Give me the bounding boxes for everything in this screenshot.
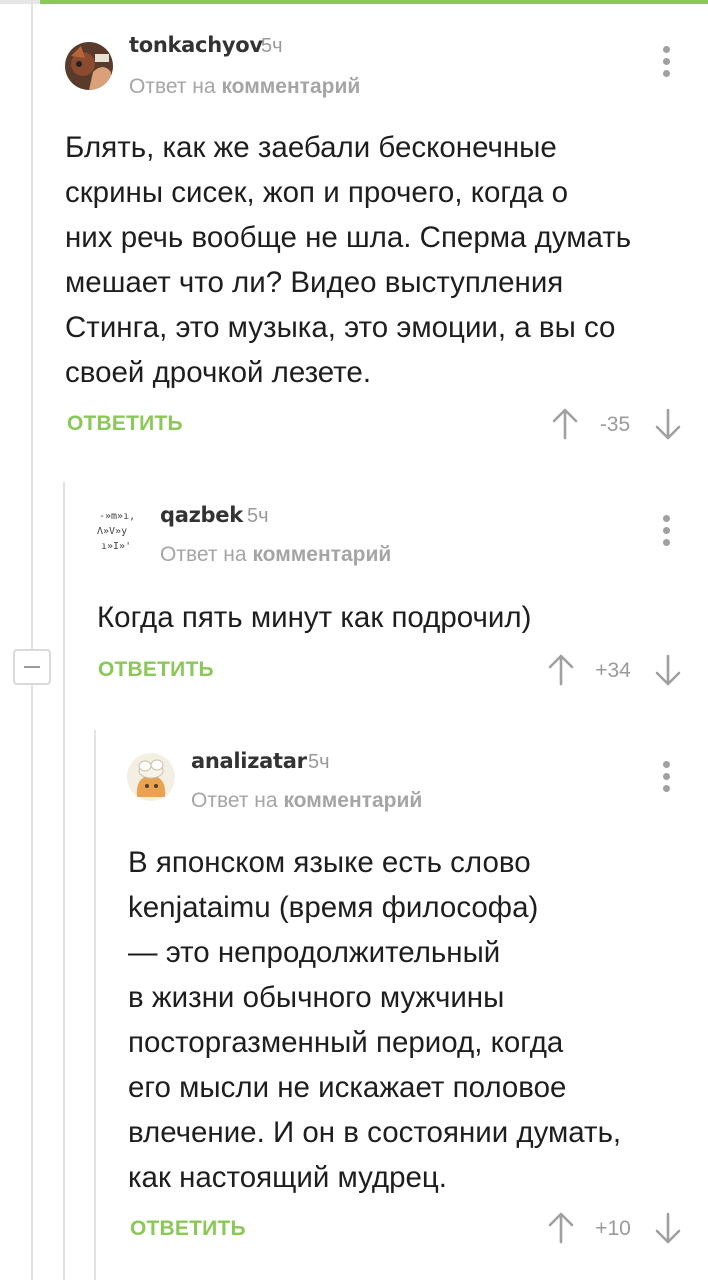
reply-button[interactable]: ОТВЕТИТЬ [67, 412, 183, 436]
vote-down-icon[interactable] [654, 408, 682, 440]
vote-down-icon[interactable] [654, 654, 682, 686]
comment-line: мешает что ли? Видео выступления [65, 266, 564, 299]
collapse-thread-button[interactable] [13, 649, 51, 685]
comment-body: Блять, как же заебали бесконечные скрины… [65, 125, 631, 395]
reply-target-link[interactable]: комментарий [252, 543, 391, 566]
author-name[interactable]: tonkachyov [129, 33, 263, 57]
top-bar-accent [40, 0, 708, 4]
comment-line: Когда пять минут как подрочил) [97, 601, 532, 634]
more-menu-icon[interactable] [657, 515, 677, 551]
avatar[interactable]: -»m»ı, Λ»V»y ı»I»' [95, 506, 143, 554]
vote-up-icon[interactable] [547, 654, 575, 686]
reply-target-link[interactable]: комментарий [283, 789, 422, 812]
comment-line: влечение. И он в состоянии думать, [128, 1116, 622, 1149]
comment-line: kenjataimu (время философа) [128, 891, 539, 924]
comment-line: скрины сисек, жоп и прочего, когда о [65, 176, 569, 209]
comment-line: как настоящий мудрец. [128, 1161, 447, 1194]
vote-down-icon[interactable] [654, 1212, 682, 1244]
comment-line: его мысли не искажает половое [128, 1071, 567, 1104]
comment-rating: -35 [599, 413, 631, 436]
reply-button[interactable]: ОТВЕТИТЬ [98, 658, 214, 682]
avatar[interactable] [65, 42, 113, 90]
reply-button[interactable]: ОТВЕТИТЬ [130, 1217, 246, 1241]
author-name[interactable]: analizatar [191, 749, 307, 773]
reply-prefix: Ответ на [129, 75, 216, 98]
reply-prefix: Ответ на [160, 543, 247, 566]
comment-body: Когда пять минут как подрочил) [97, 595, 531, 640]
comment-line: своей дрочкой лезете. [65, 356, 372, 389]
comment-time: 5ч [308, 751, 330, 773]
more-menu-icon[interactable] [657, 761, 677, 797]
comment-time: 5ч [247, 505, 269, 527]
comment-line: — это непродолжительный [128, 936, 501, 969]
comment-rating: +34 [595, 659, 631, 682]
reply-meta: Ответ на комментарий [191, 789, 422, 813]
comment-line: них речь вообще не шла. Сперма думать [65, 221, 632, 254]
vote-up-icon[interactable] [547, 1212, 575, 1244]
comment-line: В японском языке есть слово [128, 846, 531, 879]
reply-prefix: Ответ на [191, 789, 278, 812]
more-menu-icon[interactable] [657, 46, 677, 82]
avatar[interactable] [127, 753, 175, 801]
reply-target-link[interactable]: комментарий [221, 75, 360, 98]
comment-body: В японском языке есть слово kenjataimu (… [128, 840, 621, 1200]
author-name[interactable]: qazbek [160, 503, 243, 527]
comment-line: посторгазменный период, когда [128, 1026, 564, 1059]
thread-line-level-1[interactable] [31, 0, 33, 1280]
comment-line: Блять, как же заебали бесконечные [65, 131, 557, 164]
comment-line: Стинга, это музыка, это эмоции, а вы со [65, 311, 616, 344]
svg-text:-»m»ı,: -»m»ı, [99, 511, 135, 522]
thread-line-level-3[interactable] [94, 730, 96, 1280]
reply-meta: Ответ на комментарий [129, 75, 360, 99]
svg-text:ı»I»': ı»I»' [101, 541, 131, 552]
vote-up-icon[interactable] [551, 408, 579, 440]
comment-line: в жизни обычного мужчины [128, 981, 505, 1014]
reply-meta: Ответ на комментарий [160, 543, 391, 567]
svg-text:Λ»V»y: Λ»V»y [97, 526, 127, 537]
thread-line-level-2[interactable] [63, 482, 65, 1280]
comment-time: 5ч [261, 35, 283, 57]
comment-rating: +10 [595, 1217, 631, 1240]
